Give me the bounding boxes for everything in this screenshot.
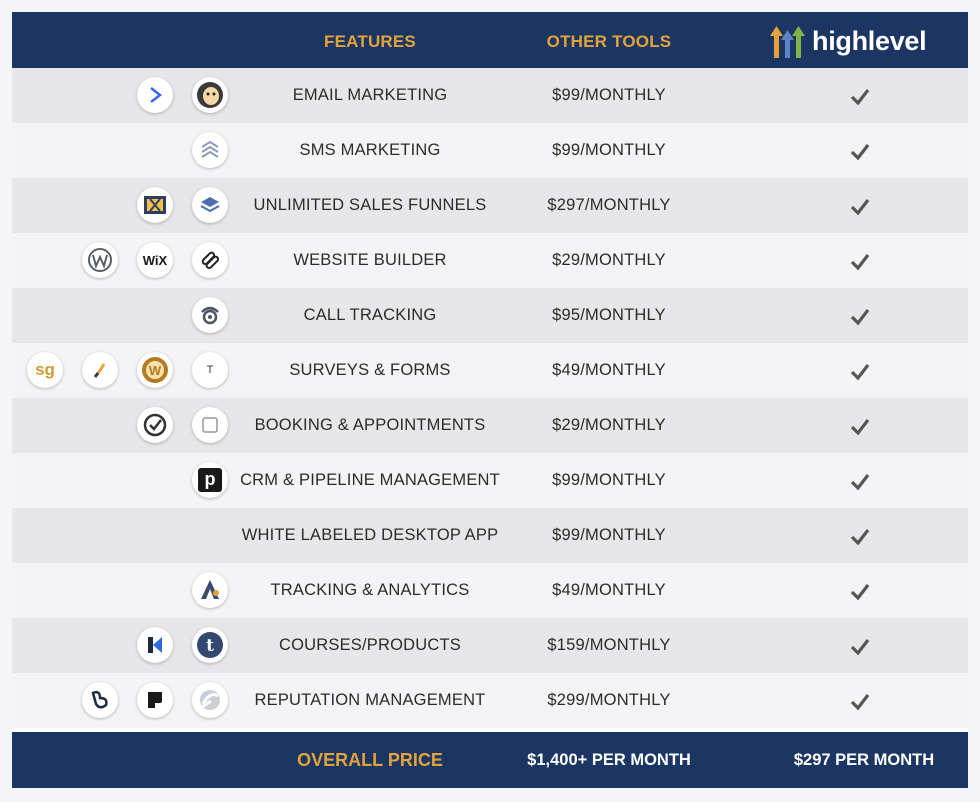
table-row: sg W T SURVEYS & FORMS $49/MONTHLY (12, 343, 968, 398)
feature-name: WEBSITE BUILDER (293, 251, 447, 269)
table-row: UNLIMITED SALES FUNNELS $297/MONTHLY (12, 178, 968, 233)
feature-name: SURVEYS & FORMS (289, 361, 451, 379)
highlevel-logo: highlevel (770, 24, 940, 60)
calendly-icon (192, 407, 228, 443)
feature-name: COURSES/PRODUCTS (279, 636, 461, 654)
table-row: WHITE LABELED DESKTOP APP $99/MONTHLY (12, 508, 968, 563)
feature-name: WHITE LABELED DESKTOP APP (241, 526, 499, 544)
other-tools-column-header: OTHER TOOLS (546, 32, 672, 51)
table-row: SMS MARKETING $99/MONTHLY (12, 123, 968, 178)
typeform-icon: T (192, 352, 228, 388)
feature-name: CRM & PIPELINE MANAGEMENT (240, 471, 500, 489)
check-icon (850, 529, 870, 546)
squarespace-icon (192, 242, 228, 278)
other-tools-price: $299/MONTHLY (547, 691, 671, 709)
activecampaign-icon (137, 77, 173, 113)
jotform-icon (82, 352, 118, 388)
feature-name: CALL TRACKING (303, 306, 437, 324)
other-tools-price: $99/MONTHLY (552, 86, 666, 104)
grade-us-icon (192, 682, 228, 718)
check-icon (850, 584, 870, 601)
check-icon (850, 309, 870, 326)
comparison-table: FEATURES OTHER TOOLS highlevel EMAIL MAR… (12, 12, 968, 788)
table-row: t COURSES/PRODUCTS $159/MONTHLY (12, 618, 968, 673)
other-tools-price: $95/MONTHLY (552, 306, 666, 324)
funnel-x-icon (137, 187, 173, 223)
highlevel-total: $297 PER MONTH (793, 751, 935, 769)
podium-icon (137, 682, 173, 718)
other-tools-total: $1,400+ PER MONTH (527, 751, 691, 769)
other-tools-price: $99/MONTHLY (552, 141, 666, 159)
feature-name: TRACKING & ANALYTICS (270, 581, 470, 599)
check-icon (850, 199, 870, 216)
table-row: REPUTATION MANAGEMENT $299/MONTHLY (12, 673, 968, 728)
other-tools-price: $29/MONTHLY (552, 416, 666, 434)
callrail-icon (192, 297, 228, 333)
wufoo-icon: W (137, 352, 173, 388)
birdeye-icon (82, 682, 118, 718)
other-tools-price: $49/MONTHLY (552, 361, 666, 379)
check-icon (850, 254, 870, 271)
check-icon (850, 419, 870, 436)
feature-name: BOOKING & APPOINTMENTS (254, 416, 486, 434)
highlevel-arrows-icon (770, 26, 805, 58)
check-icon (850, 639, 870, 656)
svg-text:t: t (206, 636, 214, 656)
check-icon (850, 89, 870, 106)
mailchimp-icon (192, 77, 228, 113)
table-row: TRACKING & ANALYTICS $49/MONTHLY (12, 563, 968, 618)
svg-text:W: W (149, 363, 162, 378)
other-tools-price: $49/MONTHLY (552, 581, 666, 599)
table-row: BOOKING & APPOINTMENTS $29/MONTHLY (12, 398, 968, 453)
check-icon (850, 144, 870, 161)
features-column-header: FEATURES (324, 32, 416, 51)
acuity-icon (137, 407, 173, 443)
table-row: WiX WEBSITE BUILDER $29/MONTHLY (12, 233, 968, 288)
feature-name: REPUTATION MANAGEMENT (254, 691, 486, 709)
feature-name: SMS MARKETING (299, 141, 441, 159)
kajabi-icon (137, 627, 173, 663)
other-tools-price: $159/MONTHLY (547, 636, 671, 654)
other-tools-price: $99/MONTHLY (552, 526, 666, 544)
analytics-a-icon (192, 572, 228, 608)
feature-name: UNLIMITED SALES FUNNELS (253, 196, 487, 214)
check-icon (850, 474, 870, 491)
other-tools-price: $29/MONTHLY (552, 251, 666, 269)
table-footer: OVERALL PRICE $1,400+ PER MONTH $297 PER… (12, 732, 968, 788)
highlevel-brand-name: highlevel (812, 26, 927, 56)
pipedrive-icon: p (192, 462, 228, 498)
other-tools-price: $297/MONTHLY (547, 196, 671, 214)
wordpress-icon (82, 242, 118, 278)
wix-icon: WiX (137, 242, 173, 278)
surveygizmo-icon: sg (27, 352, 63, 388)
pipedrive-glyph: p (198, 468, 222, 492)
other-tools-price: $99/MONTHLY (552, 471, 666, 489)
layers-icon (192, 187, 228, 223)
table-header: FEATURES OTHER TOOLS highlevel (12, 12, 968, 68)
overall-price-label: OVERALL PRICE (297, 750, 443, 770)
check-icon (850, 694, 870, 711)
table-row: EMAIL MARKETING $99/MONTHLY (12, 68, 968, 123)
table-row: CALL TRACKING $95/MONTHLY (12, 288, 968, 343)
teachable-icon: t (192, 627, 228, 663)
table-row: p CRM & PIPELINE MANAGEMENT $99/MONTHLY (12, 453, 968, 508)
check-icon (850, 364, 870, 381)
sms-chevrons-icon (192, 132, 228, 168)
feature-name: EMAIL MARKETING (292, 86, 448, 104)
